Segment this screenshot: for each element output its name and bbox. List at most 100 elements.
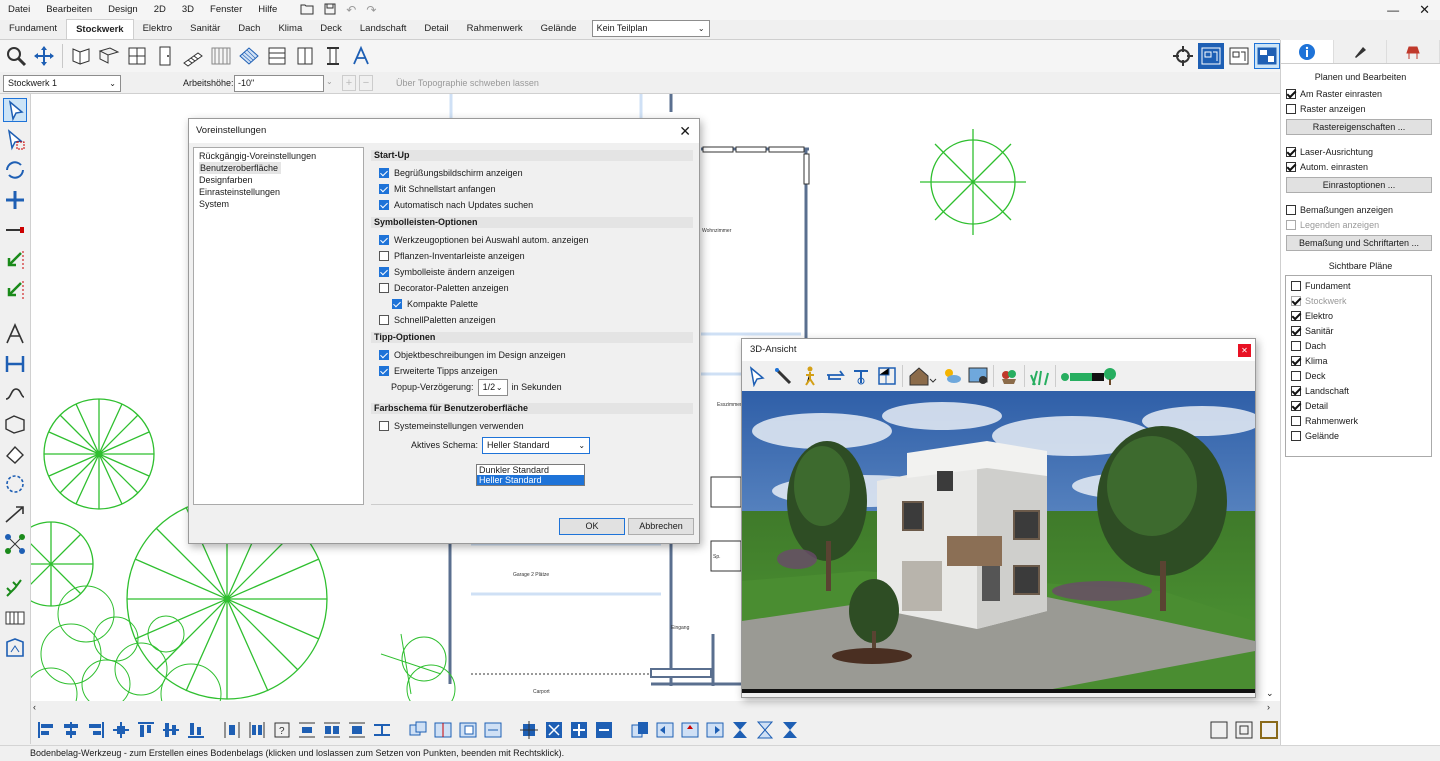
fit-page-icon[interactable] <box>1208 719 1230 741</box>
pref-nav-item[interactable]: Einrasteinstellungen <box>199 187 280 197</box>
visible-plan-checkbox[interactable] <box>1291 325 1301 336</box>
shape-tool-icon[interactable] <box>3 412 27 438</box>
layer-up-icon[interactable] <box>629 719 651 741</box>
floor-select[interactable]: Stockwerk 1 ⌄ <box>3 75 121 92</box>
visible-plan-checkbox[interactable] <box>1291 340 1301 351</box>
laser-option[interactable]: Laser-Ausrichtung <box>1281 144 1440 159</box>
height-input[interactable]: -10" <box>234 75 324 92</box>
hourglass-third-icon[interactable] <box>779 719 801 741</box>
align-middle-icon[interactable] <box>110 719 132 741</box>
window-minimize-icon[interactable]: — <box>1377 3 1409 17</box>
3d-plan-icon[interactable] <box>876 365 898 387</box>
stairs-tool-icon[interactable] <box>180 43 206 69</box>
menu-3d[interactable]: 3D <box>174 0 202 20</box>
3d-plants-icon[interactable] <box>998 365 1020 387</box>
option-checkbox[interactable] <box>379 366 389 376</box>
tab-deck[interactable]: Deck <box>311 19 351 39</box>
toolbar-option[interactable]: Symbolleiste ändern anzeigen <box>371 264 693 280</box>
3d-weather-icon[interactable] <box>941 365 963 387</box>
center-icon[interactable] <box>568 719 590 741</box>
text-icon[interactable] <box>3 322 27 348</box>
scheme-option-dark[interactable]: Dunkler Standard <box>477 465 584 475</box>
3d-growth-slider[interactable] <box>1060 365 1118 387</box>
furniture-tab-icon[interactable] <box>1387 40 1440 63</box>
visible-plan-checkbox[interactable] <box>1291 280 1301 291</box>
curve-tool-icon[interactable] <box>3 382 27 408</box>
camera-target-icon[interactable] <box>1170 43 1196 69</box>
toolbar-option[interactable]: SchnellPaletten anzeigen <box>371 312 693 328</box>
visible-plan-checkbox[interactable] <box>1291 310 1301 321</box>
align-center-icon[interactable] <box>60 719 82 741</box>
tab-elektro[interactable]: Elektro <box>134 19 182 39</box>
tips-option[interactable]: Objektbeschreibungen im Design anzeigen <box>371 347 693 363</box>
decrease-icon[interactable]: − <box>359 75 373 91</box>
align-right-icon[interactable] <box>85 719 107 741</box>
copy-icon[interactable] <box>457 719 479 741</box>
window-close-icon[interactable]: ✕ <box>1409 2 1440 18</box>
pref-nav-item[interactable]: System <box>199 199 229 209</box>
3d-paint-icon[interactable] <box>772 365 794 387</box>
tab-rahmenwerk[interactable]: Rahmenwerk <box>458 19 532 39</box>
3d-view-close-icon[interactable]: ✕ <box>1238 344 1251 357</box>
dashed-circle-icon[interactable] <box>3 472 27 498</box>
fence-tool-icon[interactable] <box>3 606 27 632</box>
fit-all-icon[interactable] <box>1258 719 1280 741</box>
startup-option[interactable]: Automatisch nach Updates suchen <box>371 197 693 213</box>
visible-plan-8[interactable]: Detail <box>1286 398 1431 413</box>
tab-dach[interactable]: Dach <box>229 19 269 39</box>
multi-select-icon[interactable] <box>3 128 27 154</box>
visible-plan-0[interactable]: Fundament <box>1286 278 1431 293</box>
menu-datei[interactable]: Datei <box>0 0 38 20</box>
3d-select-icon[interactable] <box>746 365 768 387</box>
visible-plan-checkbox[interactable] <box>1291 355 1301 366</box>
tab-sanitaer[interactable]: Sanitär <box>181 19 229 39</box>
blueprint-view-icon[interactable] <box>1198 43 1224 69</box>
partial-plan-select[interactable]: Kein Teilplan ⌄ <box>591 20 710 37</box>
tab-detail[interactable]: Detail <box>415 19 457 39</box>
add-point-icon[interactable] <box>3 188 27 214</box>
show-legends-option[interactable]: Legenden anzeigen <box>1281 217 1440 232</box>
pan-icon[interactable] <box>31 43 57 69</box>
height-dropdown-icon[interactable]: ⌄ <box>326 77 333 86</box>
toolbar-option[interactable]: Pflanzen-Inventarleiste anzeigen <box>371 248 693 264</box>
info-tab-icon[interactable] <box>1281 40 1334 63</box>
node-tool-icon[interactable] <box>3 532 27 558</box>
distribute-h-icon[interactable] <box>221 719 243 741</box>
menu-hilfe[interactable]: Hilfe <box>250 0 285 20</box>
group-icon[interactable] <box>407 719 429 741</box>
save-icon[interactable] <box>319 3 341 17</box>
3d-house-icon[interactable] <box>907 365 937 387</box>
visible-plan-2[interactable]: Elektro <box>1286 308 1431 323</box>
distribute-v2-icon[interactable] <box>321 719 343 741</box>
option-checkbox[interactable] <box>379 315 389 325</box>
vscroll-down-icon[interactable]: ⌄ <box>1266 688 1274 699</box>
scroll-left-icon[interactable]: ‹ <box>33 702 36 712</box>
option-checkbox[interactable] <box>379 168 389 178</box>
resize-icon[interactable] <box>518 719 540 741</box>
door-tool-icon[interactable] <box>152 43 178 69</box>
arrow-tool-icon[interactable] <box>3 248 27 274</box>
redo-icon[interactable]: ↷ <box>361 3 381 17</box>
align-bottom-icon[interactable] <box>185 719 207 741</box>
visible-plan-3[interactable]: Sanitär <box>1286 323 1431 338</box>
visible-plan-checkbox[interactable] <box>1291 430 1301 441</box>
column-tool-icon[interactable] <box>320 43 346 69</box>
distribute-v3-icon[interactable] <box>346 719 368 741</box>
ok-button[interactable]: OK <box>559 518 625 535</box>
layer-back-icon[interactable] <box>704 719 726 741</box>
align-vcenter-icon[interactable] <box>160 719 182 741</box>
cancel-button[interactable]: Abbrechen <box>628 518 694 535</box>
scheme-select[interactable]: Heller Standard ⌄ <box>482 436 591 454</box>
menu-2d[interactable]: 2D <box>146 0 174 20</box>
tab-klima[interactable]: Klima <box>269 19 311 39</box>
line-tool-icon[interactable] <box>3 218 27 244</box>
ramp-tool-icon[interactable] <box>3 502 27 528</box>
hourglass-alt-icon[interactable] <box>754 719 776 741</box>
startup-option[interactable]: Mit Schnellstart anfangen <box>371 181 693 197</box>
show-dimensions-option[interactable]: Bemaßungen anzeigen <box>1281 202 1440 217</box>
cabinet-tool-icon[interactable] <box>264 43 290 69</box>
3d-render-viewport[interactable] <box>742 391 1255 693</box>
pref-nav-item[interactable]: Benutzeroberfläche <box>199 162 282 174</box>
select-tool-icon[interactable] <box>3 98 27 122</box>
scheme-option-light[interactable]: Heller Standard <box>477 475 584 485</box>
